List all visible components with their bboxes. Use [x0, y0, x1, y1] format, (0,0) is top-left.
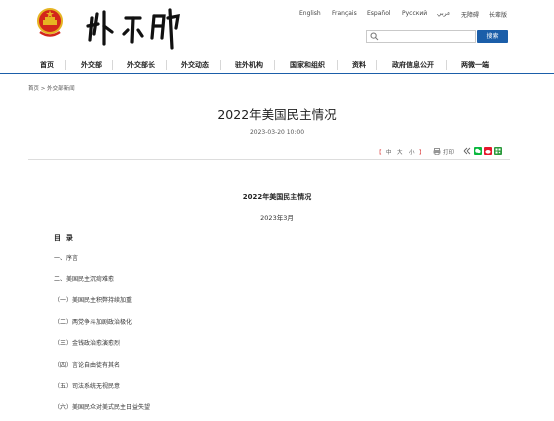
nav-item-gov-info[interactable]: 政府信息公开: [392, 60, 434, 70]
nav-divider: [274, 60, 275, 70]
nav-divider: [337, 60, 338, 70]
lang-arabic-link[interactable]: عربي: [437, 10, 451, 17]
toc-item: 二、美国民主沉疴难愈: [54, 276, 115, 283]
document-title: 2022年美国民主情况: [242, 193, 312, 201]
font-size-medium-link[interactable]: 中: [386, 148, 392, 156]
nav-item-diplomatic-news[interactable]: 外交动态: [181, 60, 209, 70]
breadcrumb[interactable]: 首页 > 外交部新闻: [28, 84, 75, 92]
nav-divider: [166, 60, 167, 70]
search-icon: [370, 32, 379, 41]
search-input[interactable]: [366, 30, 476, 43]
divider: [28, 159, 510, 160]
nav-item-countries[interactable]: 国家和组织: [290, 60, 325, 70]
elderly-version-link[interactable]: 长辈版: [489, 10, 507, 19]
nav-divider: [446, 60, 447, 70]
qr-share-icon[interactable]: [494, 147, 502, 155]
toc-item: （五）司法系统无视民意: [54, 383, 121, 390]
language-switcher: English Français Español Русский عربي 无障…: [0, 10, 554, 22]
document-date: 2023年3月: [260, 214, 294, 222]
lang-english-link[interactable]: English: [299, 10, 321, 17]
publish-date: 2023-03-20 10:00: [249, 129, 305, 136]
nav-item-resources[interactable]: 资料: [352, 60, 366, 70]
lang-russian-link[interactable]: Русский: [402, 10, 427, 17]
nav-divider: [376, 60, 377, 70]
wechat-share-icon[interactable]: [474, 147, 482, 155]
toc-item: （二）两党争斗加剧政治极化: [54, 319, 133, 326]
toc-item: （一）美国民主积弊持续加重: [54, 297, 133, 304]
nav-item-social[interactable]: 两微一端: [461, 60, 489, 70]
nav-divider: [220, 60, 221, 70]
toc-item: （三）金钱政治愈演愈烈: [54, 340, 121, 347]
accessibility-link[interactable]: 无障碍: [461, 10, 479, 19]
font-size-bracket-close: 】: [419, 150, 425, 156]
print-link[interactable]: 打印: [443, 148, 454, 156]
font-size-bracket-open: 【: [376, 150, 382, 156]
font-size-small-link[interactable]: 小: [409, 148, 415, 156]
page-title: 2022年美国民主情况: [217, 107, 337, 122]
toc-item: 一、序言: [54, 255, 79, 262]
weibo-share-icon[interactable]: [484, 147, 492, 155]
lang-spanish-link[interactable]: Español: [367, 10, 391, 17]
font-size-large-link[interactable]: 大: [397, 148, 403, 156]
site-header: English Français Español Русский عربي 无障…: [0, 0, 554, 52]
nav-item-home[interactable]: 首页: [40, 60, 54, 70]
toc-item: （六）美国民众对美式民主日益失望: [54, 404, 151, 411]
nav-item-minister[interactable]: 外交部长: [127, 60, 155, 70]
search-button[interactable]: 搜索: [477, 30, 508, 43]
lang-french-link[interactable]: Français: [332, 10, 357, 17]
toc-item: （四）言论自由徒有其名: [54, 362, 121, 369]
main-nav: 首页 外交部 外交部长 外交动态 驻外机构 国家和组织 资料 政府信息公开 两微…: [0, 57, 554, 74]
bookmark-icon[interactable]: [463, 147, 471, 155]
nav-divider: [65, 60, 66, 70]
print-icon[interactable]: [433, 148, 441, 155]
nav-item-ministry[interactable]: 外交部: [81, 60, 102, 70]
toc-heading: 目 录: [54, 234, 73, 242]
nav-divider: [112, 60, 113, 70]
nav-item-missions[interactable]: 驻外机构: [235, 60, 263, 70]
